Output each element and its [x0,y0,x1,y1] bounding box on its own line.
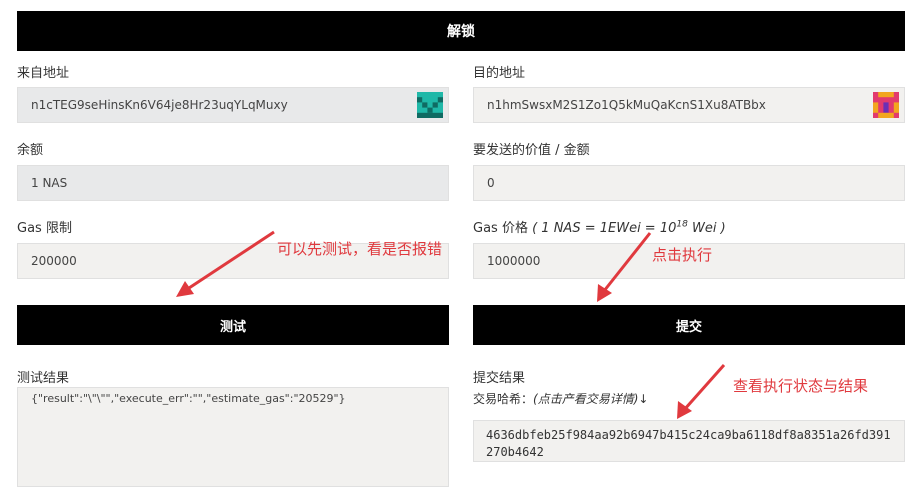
arrow-to-test-button-head [176,281,194,297]
arrow-to-submit-button [602,232,652,292]
arrow-to-test-button [185,230,275,292]
arrow-to-tx-hash [682,364,726,411]
arrow-to-submit-button-head [597,284,612,302]
annotation-arrows [176,230,726,419]
